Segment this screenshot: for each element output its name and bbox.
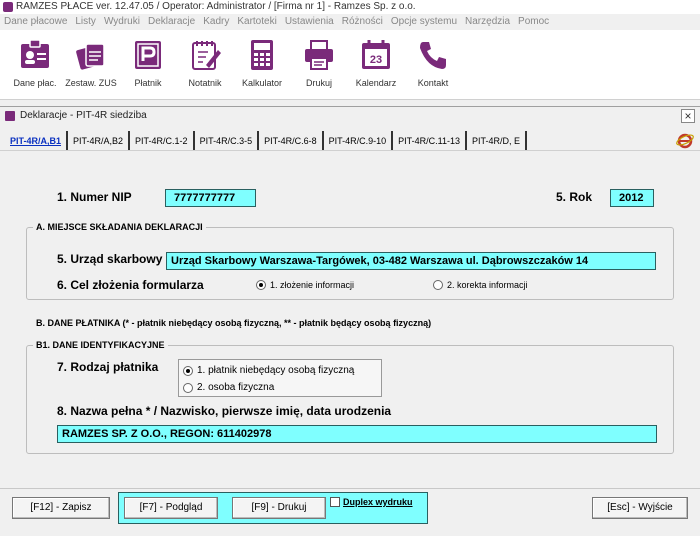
menu-kartoteki[interactable]: Kartoteki [233, 14, 280, 30]
rodzaj-option-fizyczna[interactable]: 2. osoba fizyczna [183, 382, 274, 393]
employee-card-icon [21, 39, 49, 68]
toolbar-kalendarz-button[interactable]: 23 Kalendarz [347, 38, 405, 88]
menu-bar: Dane płacowe Listy Wydruki Deklaracje Ka… [0, 14, 700, 30]
menu-wydruki[interactable]: Wydruki [100, 14, 144, 30]
zus-stack-icon [76, 43, 105, 70]
toolbar-label: Kontakt [417, 78, 449, 88]
calculator-icon [251, 40, 273, 70]
menu-listy[interactable]: Listy [71, 14, 100, 30]
toolbar-label: Notatnik [188, 78, 222, 88]
section-b1-heading: B1. DANE IDENTYFIKACYJNE [36, 340, 165, 350]
tab-pit4r-c9-10[interactable]: PIT-4R/C.9-10 [324, 131, 394, 151]
checkbox-unchecked-icon [330, 497, 340, 507]
radio-selected-icon [183, 365, 193, 376]
rodzaj-option-fizyczna-label: 2. osoba fizyczna [197, 382, 275, 393]
section-b-heading: B. DANE PŁATNIKA (* - płatnik niebędący … [36, 318, 432, 328]
toolbar-label: Dane płac. [13, 78, 57, 88]
toolbar-kontakt-button[interactable]: Kontakt [404, 38, 462, 88]
toolbar-kalkulator-button[interactable]: Kalkulator [233, 38, 291, 88]
radio-unselected-icon [183, 382, 193, 393]
urzad-label: 5. Urząd skarbowy [57, 252, 163, 266]
phone-icon [420, 42, 446, 69]
nip-label: 1. Numer NIP [57, 190, 132, 204]
save-button[interactable]: [F12] - Zapisz [12, 497, 110, 519]
declaration-window-titlebar: Deklaracje - PIT-4R siedziba [0, 107, 700, 125]
window-titlebar: RAMZES PŁACE ver. 12.47.05 / Operator: A… [0, 0, 700, 14]
toolbar-label: Zestaw. ZUS [65, 78, 117, 88]
section-a-heading: A. MIEJSCE SKŁADANIA DEKLARACJI [36, 222, 203, 232]
preview-button[interactable]: [F7] - Podgląd [124, 497, 218, 519]
nazwa-field[interactable]: RAMZES SP. Z O.O., REGON: 611402978 [57, 425, 657, 443]
menu-deklaracje[interactable]: Deklaracje [144, 14, 199, 30]
radio-selected-icon [256, 280, 266, 290]
tab-pit4r-c11-13[interactable]: PIT-4R/C.11-13 [393, 131, 467, 151]
duplex-checkbox[interactable]: Duplex wydruku [330, 497, 413, 507]
menu-narzedzia[interactable]: Narzędzia [461, 14, 514, 30]
declaration-window-title: Deklaracje - PIT-4R siedziba [20, 110, 147, 121]
nip-field[interactable]: 7777777777 [165, 189, 256, 207]
tab-pit4r-c3-5[interactable]: PIT-4R/C.3-5 [195, 131, 260, 151]
nazwa-label: 8. Nazwa pełna * / Nazwisko, pierwsze im… [57, 404, 392, 418]
exit-button[interactable]: [Esc] - Wyjście [592, 497, 688, 519]
toolbar-label: Drukuj [305, 78, 332, 88]
tab-bar: PIT-4R/A,B1 PIT-4R/A,B2 PIT-4R/C.1-2 PIT… [6, 129, 527, 151]
toolbar-label: Płatnik [134, 78, 162, 88]
document-icon [5, 111, 15, 121]
cel-option-korekta-label: 2. korekta informacji [447, 280, 528, 290]
menu-ustawienia[interactable]: Ustawienia [281, 14, 338, 30]
radio-unselected-icon [433, 280, 443, 290]
urzad-field[interactable]: Urząd Skarbowy Warszawa-Targówek, 03-482… [166, 252, 656, 270]
notepad-icon [192, 41, 221, 70]
menu-roznosci[interactable]: Różności [338, 14, 387, 30]
calendar-day: 23 [370, 54, 382, 66]
platnik-icon [135, 41, 161, 69]
rodzaj-option-niefizyczna-label: 1. płatnik niebędący osobą fizyczną [197, 365, 355, 376]
toolbar-drukuj-button[interactable]: Drukuj [290, 38, 348, 88]
rodzaj-option-niefizyczna[interactable]: 1. płatnik niebędący osobą fizyczną [183, 365, 354, 376]
toolbar-label: Kalkulator [241, 78, 283, 88]
cel-label: 6. Cel złożenia formularza [57, 278, 204, 292]
duplex-label: Duplex wydruku [343, 497, 413, 507]
tab-pit4r-c1-2[interactable]: PIT-4R/C.1-2 [130, 131, 195, 151]
cel-option-korekta[interactable]: 2. korekta informacji [433, 280, 528, 290]
tab-pit4r-c6-8[interactable]: PIT-4R/C.6-8 [259, 131, 324, 151]
cel-option-zlozenie[interactable]: 1. złożenie informacji [256, 280, 354, 290]
tab-pit4r-a-b2[interactable]: PIT-4R/A,B2 [68, 131, 131, 151]
rok-field[interactable]: 2012 [610, 189, 654, 207]
toolbar-label: Kalendarz [355, 78, 397, 88]
toolbar-dane-plac-button[interactable]: Dane płac. [6, 38, 64, 88]
menu-pomoc[interactable]: Pomoc [514, 14, 553, 30]
cel-option-zlozenie-label: 1. złożenie informacji [270, 280, 355, 290]
menu-dane-placowe[interactable]: Dane płacowe [0, 14, 71, 30]
toolbar-zestaw-zus-button[interactable]: Zestaw. ZUS [62, 38, 120, 88]
app-icon [3, 2, 13, 12]
toolbar-platnik-button[interactable]: Płatnik [119, 38, 177, 88]
toolbar-notatnik-button[interactable]: Notatnik [176, 38, 234, 88]
rodzaj-label: 7. Rodzaj płatnika [57, 360, 159, 374]
tab-pit4r-d-e[interactable]: PIT-4R/D, E [467, 131, 527, 151]
menu-opcje-systemu[interactable]: Opcje systemu [387, 14, 461, 30]
tab-pit4r-a-b1[interactable]: PIT-4R/A,B1 [6, 131, 69, 151]
print-button[interactable]: [F9] - Drukuj [232, 497, 326, 519]
calendar-icon: 23 [362, 40, 390, 69]
toolbar: Dane płac. Zestaw. ZUS Płatnik Notatnik [0, 30, 700, 100]
menu-kadry[interactable]: Kadry [199, 14, 233, 30]
printer-icon [305, 40, 333, 70]
rok-label: 5. Rok [556, 190, 593, 204]
close-button[interactable]: × [681, 109, 695, 123]
internet-explorer-icon[interactable] [676, 131, 694, 149]
window-title: RAMZES PŁACE ver. 12.47.05 / Operator: A… [16, 1, 416, 12]
